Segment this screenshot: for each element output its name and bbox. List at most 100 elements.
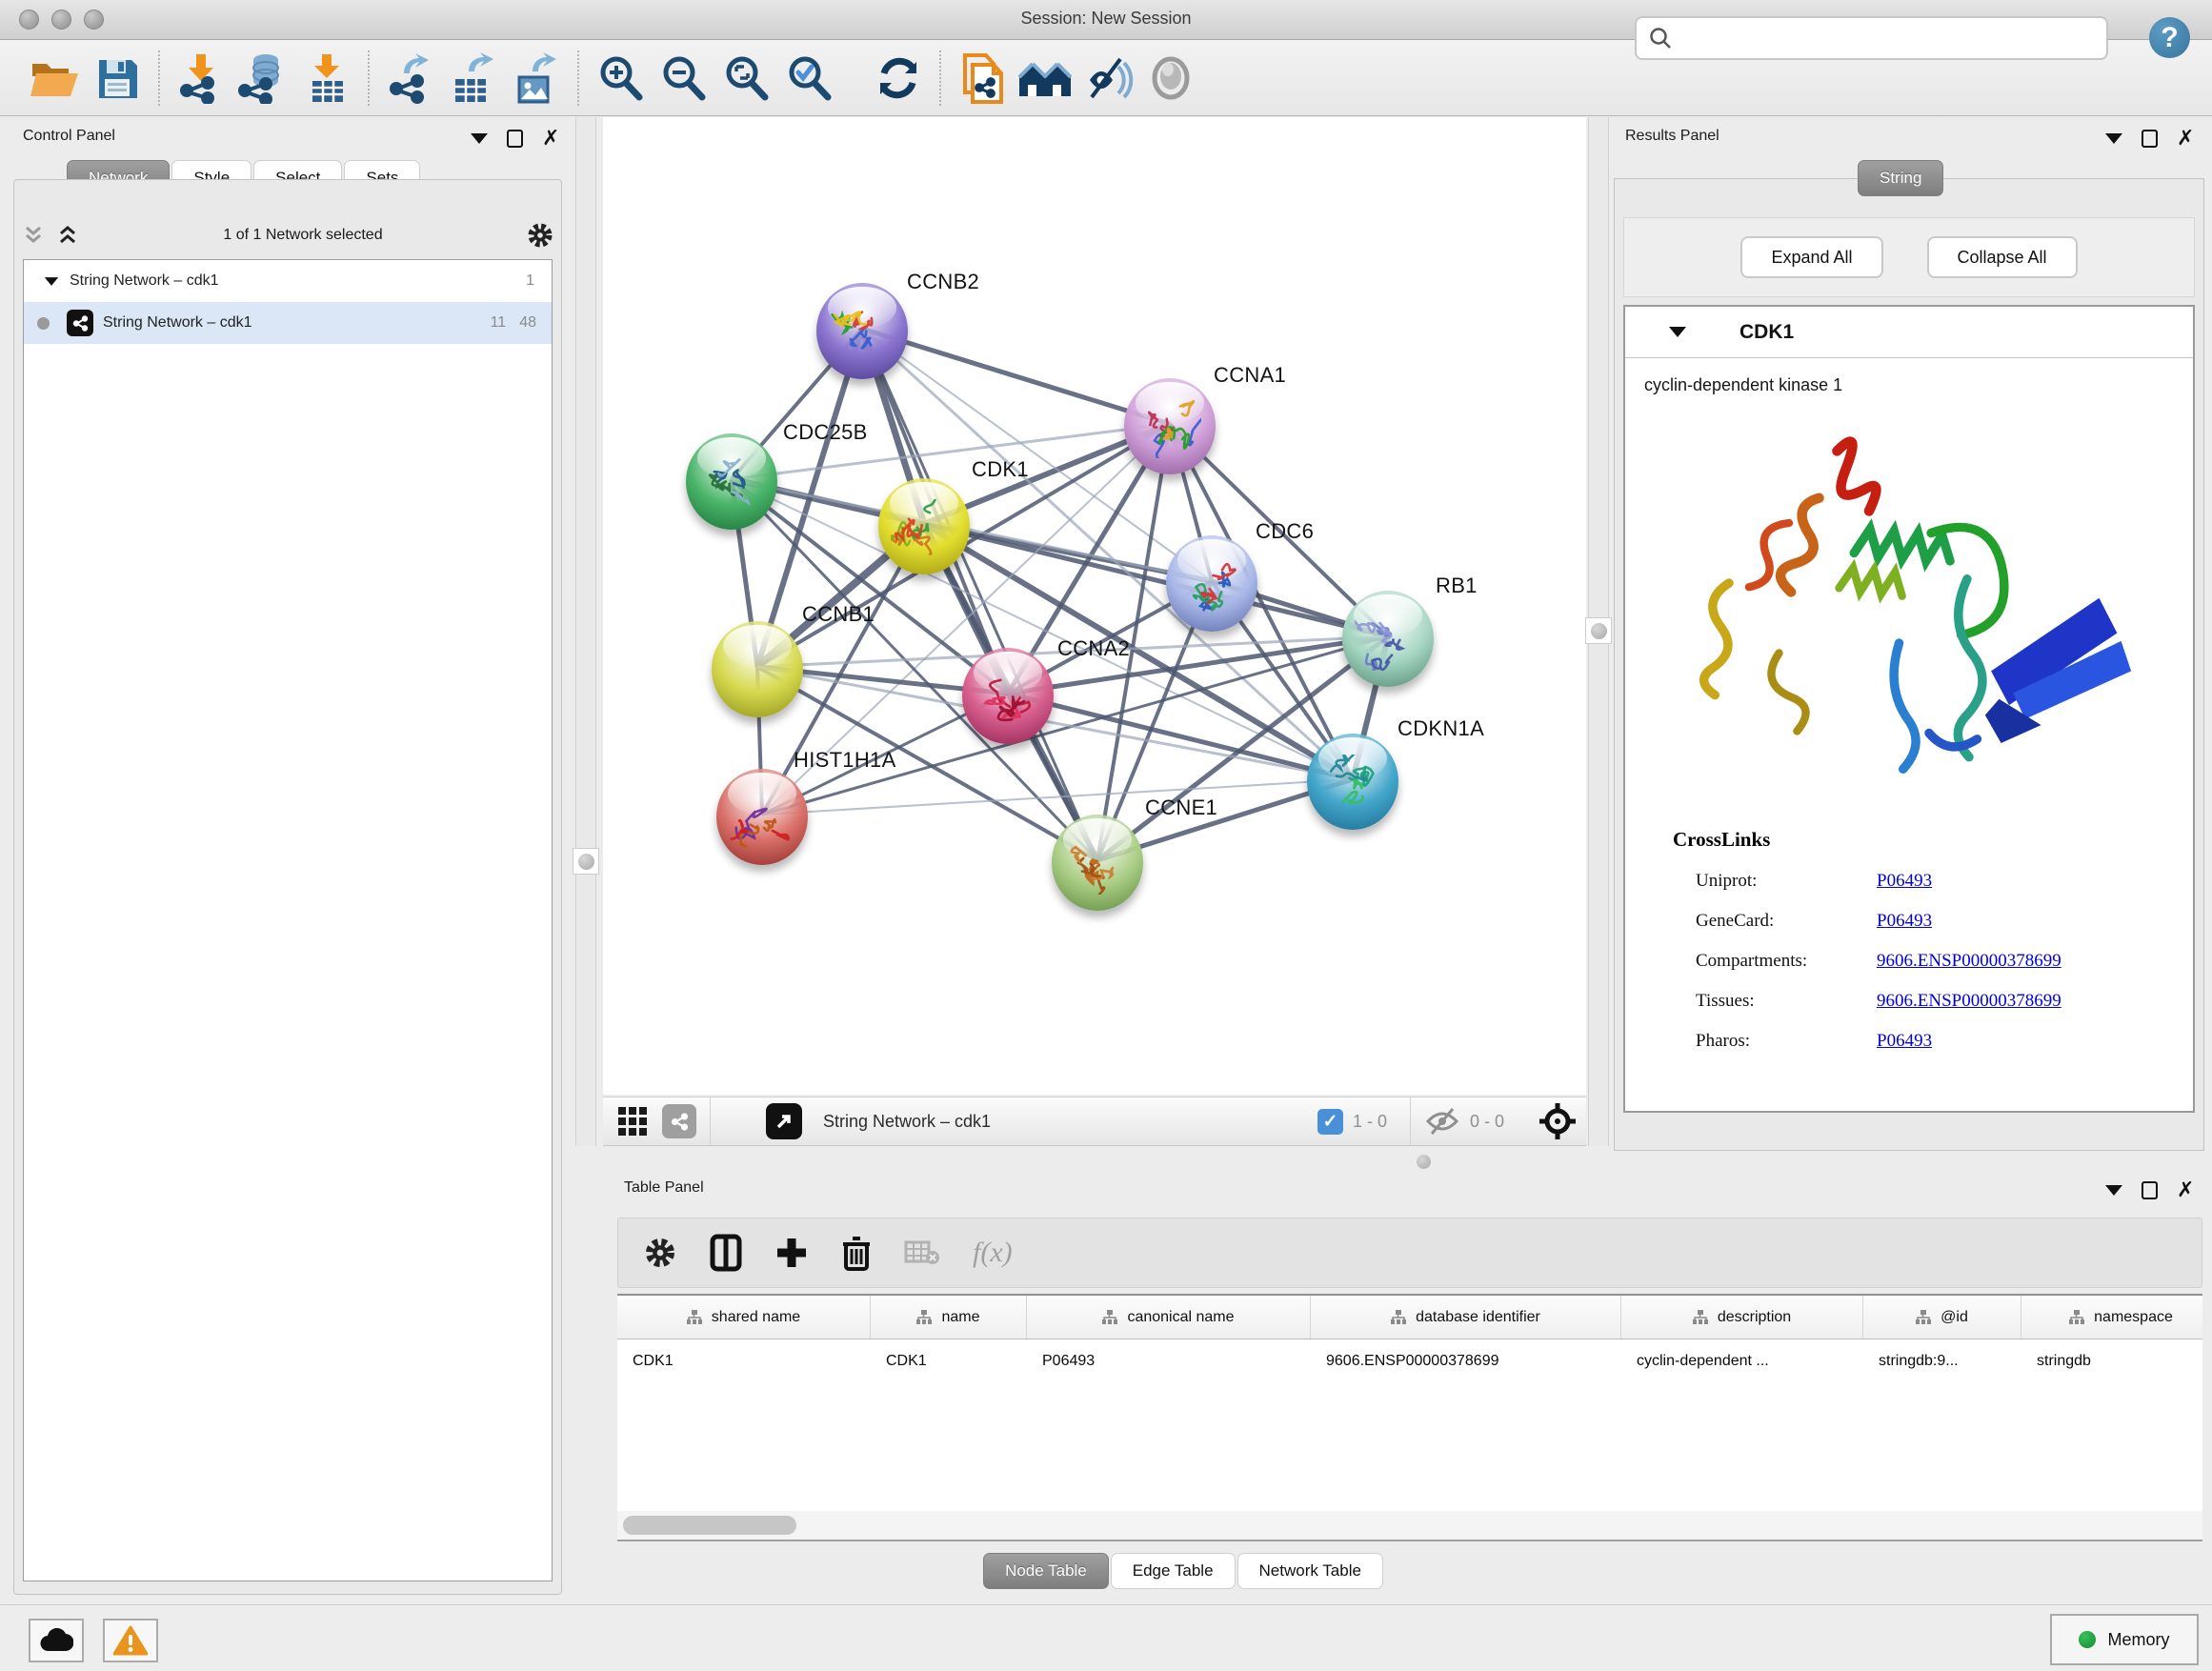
expand-all-button[interactable]: Expand All bbox=[1740, 236, 1882, 278]
tab-node-table[interactable]: Node Table bbox=[983, 1553, 1109, 1589]
import-table-button[interactable] bbox=[295, 47, 358, 110]
crosslink-link[interactable]: P06493 bbox=[1877, 871, 1932, 892]
zoom-selected-button[interactable] bbox=[777, 47, 840, 110]
node-CCNB2[interactable] bbox=[816, 283, 908, 379]
hidden-eye-slash-icon[interactable] bbox=[1424, 1107, 1460, 1136]
memory-button[interactable]: Memory bbox=[2050, 1614, 2199, 1665]
table-panel-float-icon[interactable] bbox=[2142, 1181, 2158, 1199]
column-header-namespace[interactable]: namespace bbox=[2021, 1296, 2202, 1339]
edge-CCNB2-CCNE1[interactable] bbox=[862, 329, 1097, 860]
crosslink-link[interactable]: P06493 bbox=[1877, 911, 1932, 932]
table-cell[interactable]: CDK1 bbox=[871, 1339, 1027, 1383]
collapse-all-button[interactable]: Collapse All bbox=[1927, 236, 2078, 278]
node-label-CCNB2: CCNB2 bbox=[907, 270, 979, 294]
edge-CCNB2-CCNA1[interactable] bbox=[862, 329, 1170, 424]
table-cell[interactable]: 9606.ENSP00000378699 bbox=[1311, 1339, 1621, 1383]
network-collection-row[interactable]: String Network – cdk1 1 bbox=[24, 260, 552, 302]
tab-edge-table[interactable]: Edge Table bbox=[1111, 1553, 1236, 1589]
crosslink-link[interactable]: 9606.ENSP00000378699 bbox=[1877, 951, 2061, 972]
zoom-in-button[interactable] bbox=[589, 47, 652, 110]
crosslink-link[interactable]: 9606.ENSP00000378699 bbox=[1877, 991, 2061, 1012]
node-CDC25B[interactable] bbox=[686, 433, 777, 530]
node-label-CDKN1A: CDKN1A bbox=[1398, 716, 1484, 741]
node-CCNB1[interactable] bbox=[712, 621, 803, 717]
table-cell[interactable]: CDK1 bbox=[617, 1339, 871, 1383]
toggle-glass-effect-button[interactable] bbox=[1139, 47, 1202, 110]
network-view-canvas[interactable]: CCNB2CCNA1CDC25BCDK1CDC6RB1CCNB1CCNA2CDK… bbox=[603, 117, 1586, 1095]
results-panel-close-icon[interactable]: ✗ bbox=[2177, 130, 2194, 148]
protein-structure-image bbox=[1661, 403, 2157, 803]
string-style-icon[interactable] bbox=[662, 1104, 696, 1138]
database-import-icon bbox=[237, 52, 291, 104]
left-splitter[interactable] bbox=[575, 117, 596, 1146]
share-session-button[interactable] bbox=[951, 47, 1014, 110]
horizontal-splitter-grip[interactable] bbox=[1417, 1155, 1431, 1169]
node-CDC6[interactable] bbox=[1166, 535, 1257, 632]
expand-all-tree-icon[interactable] bbox=[21, 224, 46, 247]
delete-column-trash-icon[interactable] bbox=[841, 1235, 872, 1271]
column-header-canonical-name[interactable]: canonical name bbox=[1027, 1296, 1311, 1339]
table-cell[interactable]: stringdb:9... bbox=[1863, 1339, 2021, 1383]
help-button[interactable]: ? bbox=[2149, 17, 2190, 58]
column-header-description[interactable]: description bbox=[1621, 1296, 1863, 1339]
show-columns-icon[interactable] bbox=[710, 1234, 742, 1272]
left-splitter-grip[interactable] bbox=[573, 848, 599, 875]
node-RB1[interactable] bbox=[1342, 591, 1434, 687]
item-collapse-icon[interactable] bbox=[1669, 327, 1686, 337]
table-panel-menu-icon[interactable] bbox=[2105, 1185, 2122, 1196]
results-panel-float-icon[interactable] bbox=[2142, 130, 2158, 148]
table-hscrollbar[interactable] bbox=[617, 1511, 2202, 1540]
open-session-button[interactable] bbox=[23, 47, 86, 110]
zoom-out-button[interactable] bbox=[652, 47, 714, 110]
warnings-button[interactable] bbox=[103, 1619, 158, 1662]
home-networks-button[interactable] bbox=[1014, 47, 1076, 110]
import-network-database-button[interactable] bbox=[232, 47, 295, 110]
table-cell[interactable]: cyclin-dependent ... bbox=[1621, 1339, 1863, 1383]
tab-network-table[interactable]: Network Table bbox=[1237, 1553, 1383, 1589]
open-in-window-icon[interactable] bbox=[766, 1103, 802, 1139]
import-network-file-button[interactable] bbox=[170, 47, 232, 110]
control-panel-float-icon[interactable] bbox=[507, 130, 523, 148]
column-header-shared-name[interactable]: shared name bbox=[617, 1296, 871, 1339]
column-header-database-identifier[interactable]: database identifier bbox=[1311, 1296, 1621, 1339]
birdseye-grid-icon[interactable] bbox=[616, 1105, 649, 1137]
right-splitter-grip[interactable] bbox=[1585, 617, 1612, 644]
selected-nodes-checkbox[interactable]: ✓ bbox=[1317, 1109, 1343, 1135]
results-panel-menu-icon[interactable] bbox=[2105, 133, 2122, 144]
zoom-fit-button[interactable] bbox=[714, 47, 777, 110]
export-table-button[interactable] bbox=[442, 47, 505, 110]
table-cell[interactable]: stringdb bbox=[2021, 1339, 2202, 1383]
table-cell[interactable]: P06493 bbox=[1027, 1339, 1311, 1383]
table-panel-close-icon[interactable]: ✗ bbox=[2177, 1181, 2194, 1199]
table-settings-gear-icon[interactable] bbox=[643, 1236, 677, 1270]
column-header-name[interactable]: name bbox=[871, 1296, 1027, 1339]
column-header--id[interactable]: @id bbox=[1863, 1296, 2021, 1339]
node-CDK1[interactable] bbox=[878, 478, 970, 574]
node-CCNA2[interactable] bbox=[962, 648, 1054, 744]
fit-selected-crosshair-icon[interactable] bbox=[1538, 1102, 1577, 1140]
add-column-plus-icon[interactable] bbox=[774, 1236, 809, 1270]
results-expand-row: Expand All Collapse All bbox=[1623, 217, 2195, 297]
save-session-button[interactable] bbox=[86, 47, 149, 110]
node-HIST1H1A[interactable] bbox=[716, 769, 808, 865]
control-panel-close-icon[interactable]: ✗ bbox=[542, 130, 559, 148]
node-CDKN1A[interactable] bbox=[1307, 734, 1398, 830]
export-image-button[interactable] bbox=[505, 47, 568, 110]
node-CCNE1[interactable] bbox=[1052, 815, 1143, 911]
collapse-all-tree-icon[interactable] bbox=[55, 224, 80, 247]
collection-collapse-icon[interactable] bbox=[45, 277, 58, 286]
export-network-button[interactable] bbox=[379, 47, 442, 110]
search-input[interactable] bbox=[1673, 29, 2082, 48]
refresh-view-button[interactable] bbox=[867, 47, 930, 110]
network-row[interactable]: String Network – cdk1 11 48 bbox=[24, 302, 552, 344]
node-CCNA1[interactable] bbox=[1124, 378, 1216, 474]
tab-string[interactable]: String bbox=[1856, 160, 1943, 196]
results-item-header[interactable]: CDK1 bbox=[1625, 307, 2193, 358]
crosslink-link[interactable]: P06493 bbox=[1877, 1031, 1932, 1052]
control-panel-menu-icon[interactable] bbox=[471, 133, 488, 144]
function-builder-icon: f(x) bbox=[973, 1237, 1013, 1269]
cloud-status-button[interactable] bbox=[29, 1619, 84, 1662]
hide-graphics-details-button[interactable] bbox=[1076, 47, 1139, 110]
network-options-gear-icon[interactable] bbox=[526, 221, 554, 250]
table-hscrollbar-thumb[interactable] bbox=[623, 1516, 796, 1535]
